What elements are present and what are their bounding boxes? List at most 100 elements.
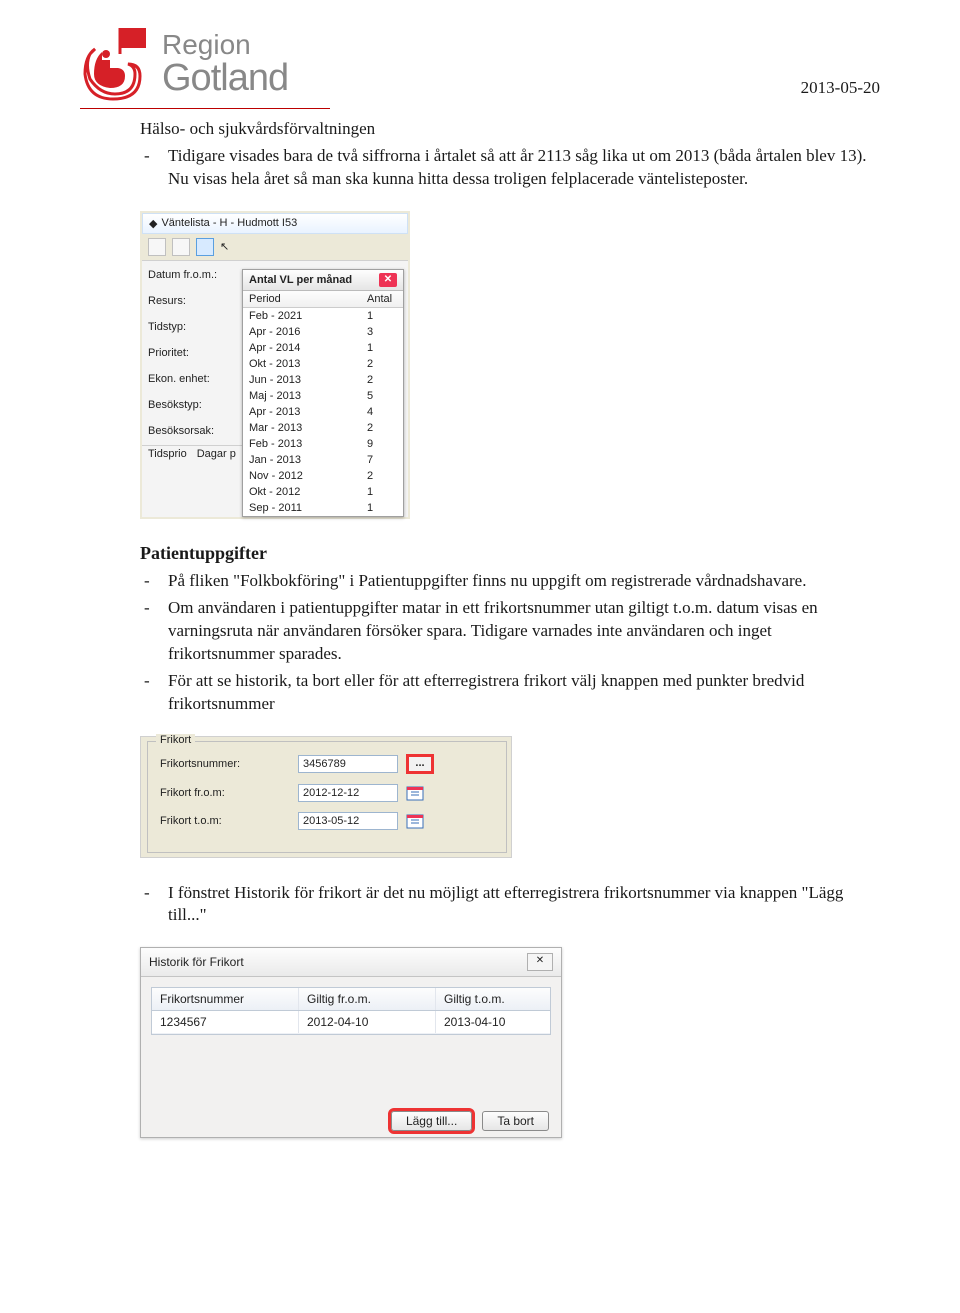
popup-cell-antal: 2 bbox=[361, 468, 403, 484]
frikort-row: Frikort t.o.m: 2013-05-12 bbox=[160, 812, 494, 830]
popup-cell-period: Apr - 2014 bbox=[243, 340, 361, 356]
popup-row[interactable]: Apr - 20134 bbox=[243, 404, 403, 420]
frikort-value[interactable]: 3456789 bbox=[298, 755, 398, 773]
popup-cell-antal: 1 bbox=[361, 500, 403, 516]
popup-row[interactable]: Feb - 20139 bbox=[243, 436, 403, 452]
add-button[interactable]: Lägg till... bbox=[391, 1111, 472, 1131]
historik-bullet: I fönstret Historik för frikort är det n… bbox=[168, 882, 880, 928]
popup-cell-antal: 1 bbox=[361, 308, 403, 324]
popup-cell-period: Apr - 2013 bbox=[243, 404, 361, 420]
dialog-title: Historik för Frikort bbox=[149, 955, 244, 969]
logo-text-line1: Region bbox=[162, 31, 288, 59]
popup-cell-period: Sep - 2011 bbox=[243, 500, 361, 516]
filter-label: Prioritet: bbox=[148, 347, 236, 359]
document-date: 2013-05-20 bbox=[801, 78, 880, 98]
col-giltig-tom: Giltig t.o.m. bbox=[436, 988, 550, 1010]
popup-row[interactable]: Jan - 20137 bbox=[243, 452, 403, 468]
patient-bullet-1: På fliken "Folkbokföring" i Patientuppgi… bbox=[168, 570, 880, 593]
history-cell: 2012-04-10 bbox=[299, 1011, 436, 1033]
toolbar-icon-selected[interactable] bbox=[196, 238, 214, 256]
filter-label: Besöksorsak: bbox=[148, 425, 236, 437]
popup-cell-antal: 3 bbox=[361, 324, 403, 340]
toolbar-icon-1[interactable] bbox=[148, 238, 166, 256]
screenshot-vantelista: ◆ Väntelista - H - Hudmott I53 ↖ Datum f… bbox=[140, 211, 410, 519]
popup-row[interactable]: Feb - 20211 bbox=[243, 308, 403, 324]
popup-cell-period: Okt - 2012 bbox=[243, 484, 361, 500]
popup-cell-antal: 1 bbox=[361, 340, 403, 356]
cursor-icon: ↖ bbox=[220, 240, 229, 253]
popup-cell-antal: 1 bbox=[361, 484, 403, 500]
toolbar-icon-2[interactable] bbox=[172, 238, 190, 256]
filter-label: Resurs: bbox=[148, 295, 236, 307]
col-frikortsnummer: Frikortsnummer bbox=[152, 988, 299, 1010]
popup-cell-antal: 5 bbox=[361, 388, 403, 404]
popup-row[interactable]: Jun - 20132 bbox=[243, 372, 403, 388]
popup-row[interactable]: Mar - 20132 bbox=[243, 420, 403, 436]
popup-cell-period: Nov - 2012 bbox=[243, 468, 361, 484]
col-giltig-from: Giltig fr.o.m. bbox=[299, 988, 436, 1010]
history-cell: 1234567 bbox=[152, 1011, 299, 1033]
screenshot-frikort: Frikort Frikortsnummer:3456789...Frikort… bbox=[140, 736, 512, 858]
popup-row[interactable]: Sep - 20111 bbox=[243, 500, 403, 516]
popup-cell-period: Jan - 2013 bbox=[243, 452, 361, 468]
patient-bullet-3: För att se historik, ta bort eller för a… bbox=[168, 670, 880, 716]
intro-bullet: Tidigare visades bara de två siffrorna i… bbox=[168, 145, 880, 191]
section-title-patientuppgifter: Patientuppgifter bbox=[140, 543, 880, 564]
frikort-row: Frikortsnummer: 3456789... bbox=[160, 754, 494, 774]
popup-antal-vl: Antal VL per månad ✕ Period Antal Feb - … bbox=[242, 269, 404, 517]
frikort-label: Frikort fr.o.m: bbox=[160, 787, 290, 799]
frikort-value[interactable]: 2012-12-12 bbox=[298, 784, 398, 802]
bottom-label: Dagar p bbox=[197, 448, 236, 460]
filter-label: Tidstyp: bbox=[148, 321, 236, 333]
frikort-value[interactable]: 2013-05-12 bbox=[298, 812, 398, 830]
popup-cell-antal: 2 bbox=[361, 356, 403, 372]
intro-bullet-list: Tidigare visades bara de två siffrorna i… bbox=[140, 145, 880, 191]
popup-row[interactable]: Apr - 20163 bbox=[243, 324, 403, 340]
window-title: Väntelista - H - Hudmott I53 bbox=[161, 217, 297, 229]
popup-cell-period: Apr - 2016 bbox=[243, 324, 361, 340]
historik-bullet-list: I fönstret Historik för frikort är det n… bbox=[140, 882, 880, 928]
popup-title: Antal VL per månad bbox=[249, 274, 352, 286]
close-icon[interactable]: ✕ bbox=[379, 273, 397, 287]
logo: Region Gotland bbox=[80, 24, 288, 104]
history-row[interactable]: 12345672012-04-102013-04-10 bbox=[152, 1011, 550, 1034]
filter-label: Ekon. enhet: bbox=[148, 373, 236, 385]
toolbar: ↖ bbox=[142, 234, 408, 261]
popup-cell-antal: 2 bbox=[361, 372, 403, 388]
popup-cell-period: Feb - 2013 bbox=[243, 436, 361, 452]
header-divider bbox=[80, 108, 330, 109]
popup-cell-antal: 2 bbox=[361, 420, 403, 436]
popup-cell-period: Maj - 2013 bbox=[243, 388, 361, 404]
popup-cell-antal: 7 bbox=[361, 452, 403, 468]
popup-cell-period: Mar - 2013 bbox=[243, 420, 361, 436]
patient-bullet-2: Om användaren i patientuppgifter matar i… bbox=[168, 597, 880, 666]
frikort-row: Frikort fr.o.m: 2012-12-12 bbox=[160, 784, 494, 802]
bottom-label: Tidsprio bbox=[148, 448, 187, 460]
popup-cell-antal: 9 bbox=[361, 436, 403, 452]
filter-label: Besökstyp: bbox=[148, 399, 236, 411]
filter-label: Datum fr.o.m.: bbox=[148, 269, 236, 281]
popup-cell-period: Feb - 2021 bbox=[243, 308, 361, 324]
dots-button[interactable]: ... bbox=[406, 754, 434, 774]
patient-bullet-list: På fliken "Folkbokföring" i Patientuppgi… bbox=[140, 570, 880, 716]
calendar-icon[interactable] bbox=[406, 812, 424, 830]
frikort-label: Frikort t.o.m: bbox=[160, 815, 290, 827]
popup-row[interactable]: Okt - 20121 bbox=[243, 484, 403, 500]
popup-row[interactable]: Nov - 20122 bbox=[243, 468, 403, 484]
popup-row[interactable]: Apr - 20141 bbox=[243, 340, 403, 356]
popup-col-antal: Antal bbox=[361, 291, 403, 307]
popup-row[interactable]: Okt - 20132 bbox=[243, 356, 403, 372]
window-app-icon: ◆ bbox=[149, 217, 157, 230]
frikort-label: Frikortsnummer: bbox=[160, 758, 290, 770]
popup-cell-period: Jun - 2013 bbox=[243, 372, 361, 388]
screenshot-historik: Historik för Frikort ✕ Frikortsnummer Gi… bbox=[140, 947, 562, 1138]
popup-cell-period: Okt - 2013 bbox=[243, 356, 361, 372]
remove-button[interactable]: Ta bort bbox=[482, 1111, 549, 1131]
department-subheading: Hälso- och sjukvårdsförvaltningen bbox=[140, 119, 880, 139]
calendar-icon[interactable] bbox=[406, 784, 424, 802]
logo-text-line2: Gotland bbox=[162, 59, 288, 97]
gotland-logo-icon bbox=[80, 24, 150, 104]
popup-row[interactable]: Maj - 20135 bbox=[243, 388, 403, 404]
popup-cell-antal: 4 bbox=[361, 404, 403, 420]
dialog-close-icon[interactable]: ✕ bbox=[527, 953, 553, 971]
